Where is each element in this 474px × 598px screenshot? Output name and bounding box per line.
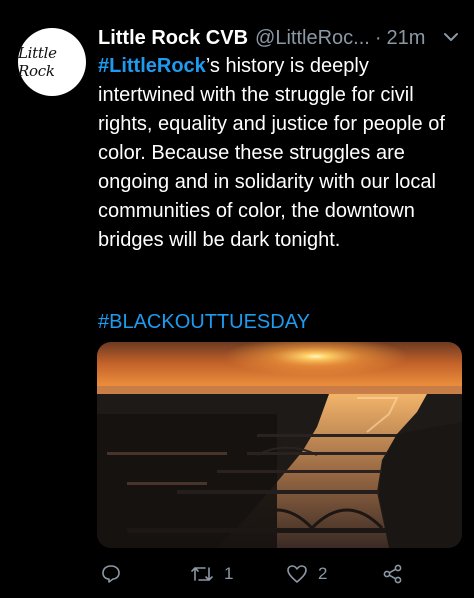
caret-down-icon[interactable] xyxy=(442,28,460,46)
reply-button[interactable] xyxy=(100,560,132,588)
tweet-header: Little Rock CVB @LittleRoc... · 21m xyxy=(98,24,464,52)
action-bar: 1 2 xyxy=(0,560,474,590)
retweet-count: 1 xyxy=(224,564,234,583)
share-icon xyxy=(382,563,404,585)
retweet-button[interactable]: 1 xyxy=(190,560,233,588)
separator-dot: · xyxy=(374,26,382,49)
timestamp[interactable]: 21m xyxy=(387,27,426,50)
like-count: 2 xyxy=(318,564,328,583)
avatar-logo-text: Little Rock xyxy=(18,44,57,80)
hashtag-blackouttuesday[interactable]: #BLACKOUTTUESDAY xyxy=(98,308,310,336)
tweet-body: ’s history is deeply intertwined with th… xyxy=(98,55,445,251)
display-name[interactable]: Little Rock CVB xyxy=(98,27,248,50)
tweet-photo[interactable] xyxy=(97,342,462,548)
hashtag-littlerock[interactable]: #LittleRock xyxy=(98,55,206,77)
tweet[interactable]: Little Rock Little Rock CVB @LittleRoc..… xyxy=(0,0,474,598)
tweet-text: #LittleRock’s history is deeply intertwi… xyxy=(98,52,468,255)
reply-icon xyxy=(100,563,122,585)
like-icon xyxy=(286,563,308,585)
handle[interactable]: @LittleRoc... xyxy=(255,27,370,50)
like-button[interactable]: 2 xyxy=(286,560,327,588)
share-button[interactable] xyxy=(382,560,404,588)
sunset-bridges-photo xyxy=(97,342,462,548)
avatar[interactable]: Little Rock xyxy=(18,28,86,96)
retweet-icon xyxy=(190,563,214,585)
